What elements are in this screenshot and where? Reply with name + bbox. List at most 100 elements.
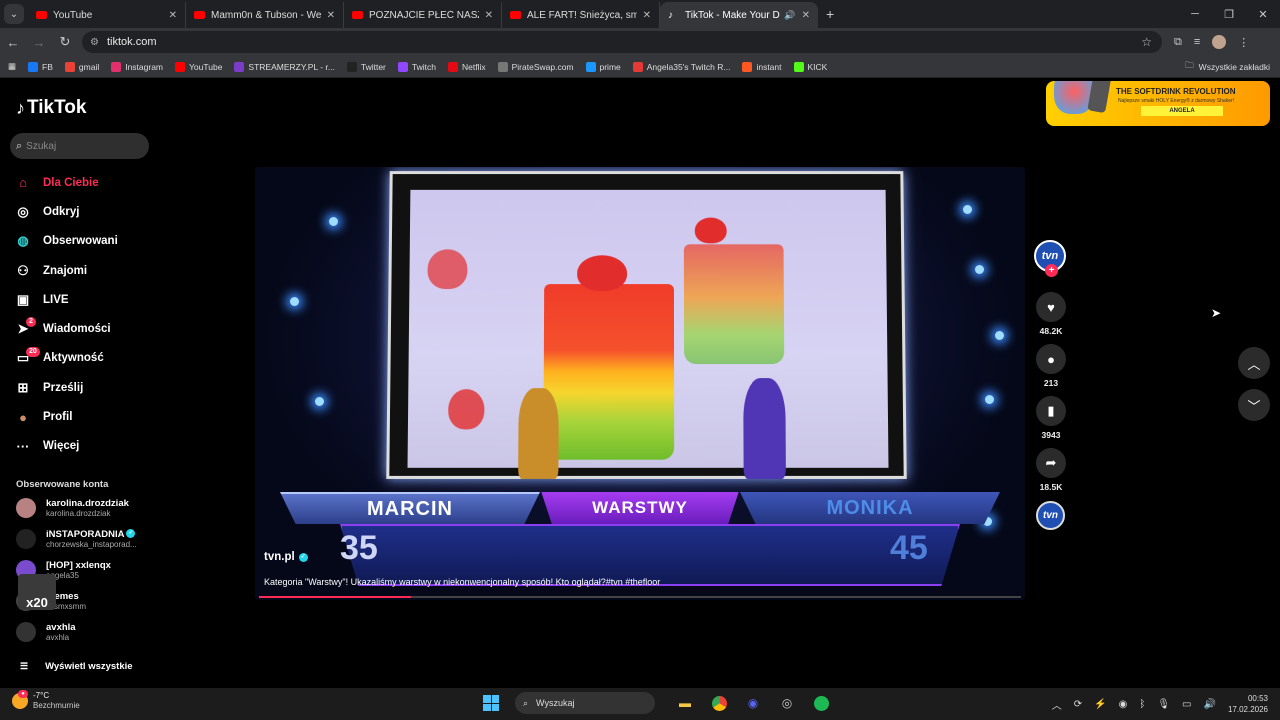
share-button[interactable]: ➦ 18.5K xyxy=(1035,448,1067,492)
followed-account[interactable]: avxhla avxhla xyxy=(16,619,156,645)
bookmark-star-icon[interactable]: ☆ xyxy=(1141,35,1152,49)
nav-item-more[interactable]: ··· Więcej xyxy=(14,432,154,461)
minimize-button[interactable]: ─ xyxy=(1178,0,1212,28)
notification-dot: ● xyxy=(18,690,28,698)
bookmark-item[interactable]: Angela35's Twitch R... xyxy=(633,62,731,72)
discord-icon[interactable]: ◉ xyxy=(743,693,763,713)
nav-item-activity[interactable]: ▭ 20 Aktywność xyxy=(14,344,154,373)
nav-item-following-avatar[interactable]: ◍ Obserwowani xyxy=(14,227,154,256)
spotify-icon[interactable] xyxy=(811,693,831,713)
category-label: WARSTWY xyxy=(535,492,745,524)
file-explorer-icon[interactable]: ▬ xyxy=(675,693,695,713)
network-icon[interactable]: ⚡ xyxy=(1094,699,1106,710)
start-button[interactable] xyxy=(483,695,499,711)
ad-code: ANGELA xyxy=(1141,106,1223,116)
new-tab-button[interactable]: + xyxy=(826,6,834,22)
clock[interactable]: 00:53 17.02.2026 xyxy=(1228,693,1268,715)
search-input[interactable]: ⌕ Szukaj xyxy=(10,133,149,159)
home-icon: ⌂ xyxy=(14,174,32,192)
bookmark-label: YouTube xyxy=(189,62,222,72)
video-player[interactable]: MARCIN MONIKA WARSTWY 35 45 tvn.pl ✓ Kat… xyxy=(255,167,1025,600)
reload-icon[interactable]: ↻ xyxy=(52,34,78,50)
weather-widget[interactable]: ● -7°C Bezchmurnie xyxy=(12,691,80,711)
discord-tray-icon[interactable]: ◉ xyxy=(1119,699,1128,710)
nav-item-live[interactable]: ▣ LIVE xyxy=(14,285,154,314)
bookmark-item[interactable]: KICK xyxy=(794,62,828,72)
x20-overlay: x20 xyxy=(18,574,56,610)
account-name-text: avxhla xyxy=(46,622,76,633)
all-bookmarks-button[interactable]: 🗀 Wszystkie zakładki xyxy=(1185,60,1270,74)
browser-tab[interactable]: ♪ TikTok - Make Your Day 🔊 ✕ xyxy=(660,2,818,28)
bookmark-item[interactable]: Instagram xyxy=(111,62,163,72)
bookmark-item[interactable]: PirateSwap.com xyxy=(498,62,574,72)
progress-fill xyxy=(259,596,411,598)
music-disc[interactable]: tvn xyxy=(1036,501,1065,530)
creator-avatar[interactable]: tvn + xyxy=(1034,240,1066,272)
close-window-button[interactable]: ✕ xyxy=(1246,0,1280,28)
bookmark-item[interactable]: prime xyxy=(586,62,621,72)
chevron-up-icon[interactable]: ︿ xyxy=(1052,697,1062,712)
see-all-button[interactable]: ☰ Wyświetl wszystkie xyxy=(20,661,133,672)
tiktok-logo[interactable]: ♪ TikTok xyxy=(16,97,86,119)
microphone-icon[interactable]: 🎙 xyxy=(1157,699,1170,710)
close-tab-icon[interactable]: ✕ xyxy=(802,10,810,21)
weather-condition: Bezchmurnie xyxy=(33,701,80,711)
bookmark-item[interactable]: FB xyxy=(28,62,53,72)
nav-item-messages[interactable]: ➤ 2 Wiadomości xyxy=(14,314,154,343)
back-icon[interactable]: ← xyxy=(0,35,26,50)
sync-icon[interactable]: ⟳ xyxy=(1074,699,1082,710)
bookmark-item[interactable]: Twitch xyxy=(398,62,436,72)
tab-audio-icon[interactable]: 🔊 xyxy=(784,10,795,21)
following-avatar-icon: ◍ xyxy=(14,232,32,250)
nav-item-compass[interactable]: ◎ Odkryj xyxy=(14,197,154,226)
close-tab-icon[interactable]: ✕ xyxy=(327,10,335,21)
bluetooth-icon[interactable]: ᛒ xyxy=(1139,699,1145,710)
previous-video-button[interactable]: ︿ xyxy=(1238,347,1270,379)
video-author[interactable]: tvn.pl ✓ xyxy=(264,551,308,563)
bookmark-item[interactable]: instant xyxy=(742,62,781,72)
profile-avatar[interactable] xyxy=(1212,35,1226,49)
forward-icon[interactable]: → xyxy=(26,35,52,50)
media-control-icon[interactable]: ≡ xyxy=(1194,36,1200,48)
video-progress-bar[interactable] xyxy=(259,596,1021,598)
browser-tab[interactable]: Mamm0n & Tubson - We Don't ✕ xyxy=(186,2,344,28)
nav-item-profile[interactable]: ● Profil xyxy=(14,402,154,431)
comment-button[interactable]: ● 213 xyxy=(1035,344,1067,388)
display-icon[interactable]: ▭ xyxy=(1182,699,1191,710)
tab-search-button[interactable]: ⌄ xyxy=(4,4,24,24)
youtube-icon xyxy=(510,11,521,19)
bookmark-item[interactable]: Netflix xyxy=(448,62,486,72)
site-info-icon[interactable]: ⚙ xyxy=(90,37,99,48)
nav-item-home[interactable]: ⌂ Dla Ciebie xyxy=(14,168,154,197)
volume-icon[interactable]: 🔊 xyxy=(1204,699,1216,710)
bookmark-item[interactable]: gmail xyxy=(65,62,99,72)
followed-account[interactable]: iNSTAPORADNIA ✓ chorzewska_instaporad... xyxy=(16,526,156,552)
address-bar[interactable]: ⚙ tiktok.com ☆ xyxy=(82,31,1162,53)
screen-image xyxy=(408,190,889,468)
close-tab-icon[interactable]: ✕ xyxy=(643,10,651,21)
followed-account[interactable]: karolina.drozdziak karolina.drozdziak xyxy=(16,495,156,521)
chrome-icon[interactable] xyxy=(709,693,729,713)
apps-icon[interactable]: ▦ xyxy=(8,61,16,72)
bookmark-item[interactable]: STREAMERZY.PL - r... xyxy=(234,62,334,72)
menu-icon[interactable]: ⋮ xyxy=(1238,36,1249,49)
close-tab-icon[interactable]: ✕ xyxy=(485,10,493,21)
taskbar-search[interactable]: ⌕ Wyszukaj xyxy=(515,692,655,714)
save-button[interactable]: ▮ 3943 xyxy=(1035,396,1067,440)
follow-plus-icon[interactable]: + xyxy=(1045,264,1058,277)
browser-tab[interactable]: POZNAJCIE PŁEĆ NASZEGO DZ ✕ xyxy=(344,2,502,28)
extensions-icon[interactable]: ⧉ xyxy=(1174,36,1182,49)
nav-item-friends[interactable]: ⚇ Znajomi xyxy=(14,256,154,285)
like-button[interactable]: ♥ 48.2K xyxy=(1035,292,1067,336)
bookmark-item[interactable]: YouTube xyxy=(175,62,222,72)
steam-icon[interactable]: ◎ xyxy=(777,693,797,713)
next-video-button[interactable]: ﹀ xyxy=(1238,389,1270,421)
nav-item-upload[interactable]: ⊞ Prześlij xyxy=(14,373,154,402)
ad-title: THE SOFTDRINK REVOLUTION xyxy=(1116,87,1236,96)
browser-tab[interactable]: ALE FART! Śnieżyca, smutek Nie ✕ xyxy=(502,2,660,28)
close-tab-icon[interactable]: ✕ xyxy=(169,10,177,21)
restore-button[interactable]: ❐ xyxy=(1212,0,1246,28)
bookmark-item[interactable]: Twitter xyxy=(347,62,386,72)
browser-tab[interactable]: YouTube ✕ xyxy=(28,2,186,28)
ad-banner[interactable]: THE SOFTDRINK REVOLUTION Najlepsze smaki… xyxy=(1046,81,1270,126)
